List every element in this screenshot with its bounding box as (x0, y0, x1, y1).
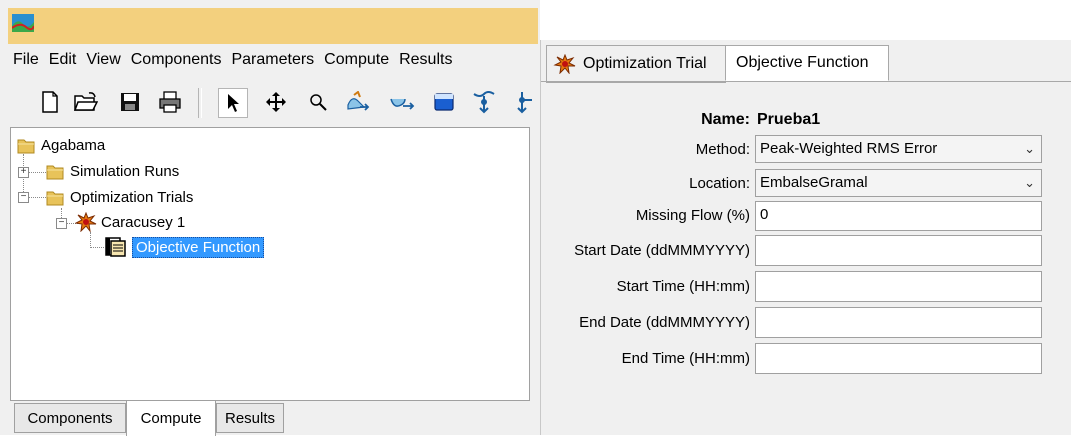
move-tool-icon[interactable] (262, 88, 290, 116)
chevron-down-icon: ⌄ (1024, 141, 1035, 156)
end-time-label: End Time (HH:mm) (621, 350, 750, 367)
collapse-icon[interactable]: − (56, 218, 67, 229)
start-time-field[interactable] (755, 271, 1042, 302)
tree-connector (28, 197, 46, 198)
toolbar-separator (198, 88, 202, 118)
watershed-tree: Agabama + Simulation Runs − Optimization… (10, 127, 530, 401)
menu-compute[interactable]: Compute (319, 51, 394, 69)
tree-label-root: Agabama (41, 136, 106, 154)
tree-node-optimization-trials[interactable]: Optimization Trials (46, 186, 193, 208)
app-icon (12, 14, 34, 32)
new-file-icon[interactable] (36, 88, 64, 116)
method-label: Method: (695, 141, 750, 158)
toolbar (8, 80, 540, 126)
end-time-field[interactable] (755, 343, 1042, 374)
start-date-field[interactable] (755, 235, 1042, 266)
tree-node-simulation-runs[interactable]: Simulation Runs (46, 160, 179, 182)
diversion-tool-icon[interactable] (510, 88, 538, 116)
tab-compute[interactable]: Compute (126, 400, 216, 436)
reservoir-tool-icon[interactable] (430, 88, 458, 116)
location-label: Location: (689, 175, 750, 192)
method-value: Peak-Weighted RMS Error (760, 140, 938, 157)
tab-strip-border (541, 81, 1071, 82)
tree-connector (28, 172, 46, 173)
method-select[interactable]: Peak-Weighted RMS Error ⌄ (755, 135, 1042, 163)
chevron-down-icon: ⌄ (1024, 175, 1035, 190)
tab-optimization-trial-label: Optimization Trial (583, 55, 707, 72)
tab-results[interactable]: Results (216, 403, 284, 433)
tree-node-root[interactable]: Agabama (17, 134, 105, 156)
tab-objective-function[interactable]: Objective Function (725, 45, 889, 81)
folder-icon (17, 139, 35, 153)
folder-icon (46, 191, 64, 205)
reach-tool-icon[interactable] (388, 88, 416, 116)
start-time-label: Start Time (HH:mm) (616, 278, 750, 295)
tree-node-trial[interactable]: Caracusey 1 (75, 211, 185, 233)
menu-file[interactable]: File (8, 51, 44, 69)
tree-connector (90, 247, 104, 248)
tree-label-optimization-trials: Optimization Trials (70, 188, 194, 206)
menu-results[interactable]: Results (394, 51, 457, 69)
tree-connector (90, 232, 91, 248)
location-select[interactable]: EmbalseGramal ⌄ (755, 169, 1042, 197)
zoom-tool-icon[interactable] (304, 88, 332, 116)
tree-label-simulation-runs: Simulation Runs (70, 162, 180, 180)
menu-parameters[interactable]: Parameters (226, 51, 319, 69)
tab-components[interactable]: Components (14, 403, 126, 433)
menu-components[interactable]: Components (126, 51, 227, 69)
tab-objective-function-label: Objective Function (736, 54, 869, 71)
junction-tool-icon[interactable] (470, 88, 498, 116)
location-value: EmbalseGramal (760, 174, 868, 191)
expand-icon[interactable]: + (18, 167, 29, 178)
tree-label-objective-function: Objective Function (132, 236, 265, 258)
missing-flow-field[interactable]: 0 (755, 201, 1042, 231)
objective-function-icon (105, 237, 126, 257)
menu-view[interactable]: View (81, 51, 125, 69)
tab-optimization-trial[interactable]: Optimization Trial (546, 45, 726, 83)
optimization-trial-icon (553, 54, 576, 74)
end-date-label: End Date (ddMMMYYYY) (579, 314, 750, 331)
print-icon[interactable] (156, 88, 184, 116)
tree-node-objective-function[interactable]: Objective Function (105, 236, 265, 258)
end-date-field[interactable] (755, 307, 1042, 338)
folder-icon (46, 165, 64, 179)
pointer-tool-icon[interactable] (218, 88, 248, 118)
name-value: Prueba1 (757, 111, 821, 128)
open-folder-icon[interactable] (72, 88, 100, 116)
missing-flow-label: Missing Flow (%) (635, 207, 750, 224)
start-date-label: Start Date (ddMMMYYYY) (574, 242, 750, 259)
tree-label-trial: Caracusey 1 (101, 213, 186, 231)
optimization-trial-icon (75, 212, 97, 232)
component-editor: Optimization Trial Objective Function Na… (540, 40, 1071, 435)
collapse-icon[interactable]: − (18, 192, 29, 203)
save-icon[interactable] (116, 88, 144, 116)
menu-edit[interactable]: Edit (44, 51, 82, 69)
title-bar (8, 8, 538, 44)
menu-bar: File Edit View Components Parameters Com… (8, 44, 540, 76)
subbasin-tool-icon[interactable] (344, 88, 372, 116)
watershed-explorer-window: File Edit View Components Parameters Com… (0, 0, 540, 436)
name-label: Name: (701, 111, 750, 128)
explorer-tabs: Components Compute Results (10, 400, 530, 436)
